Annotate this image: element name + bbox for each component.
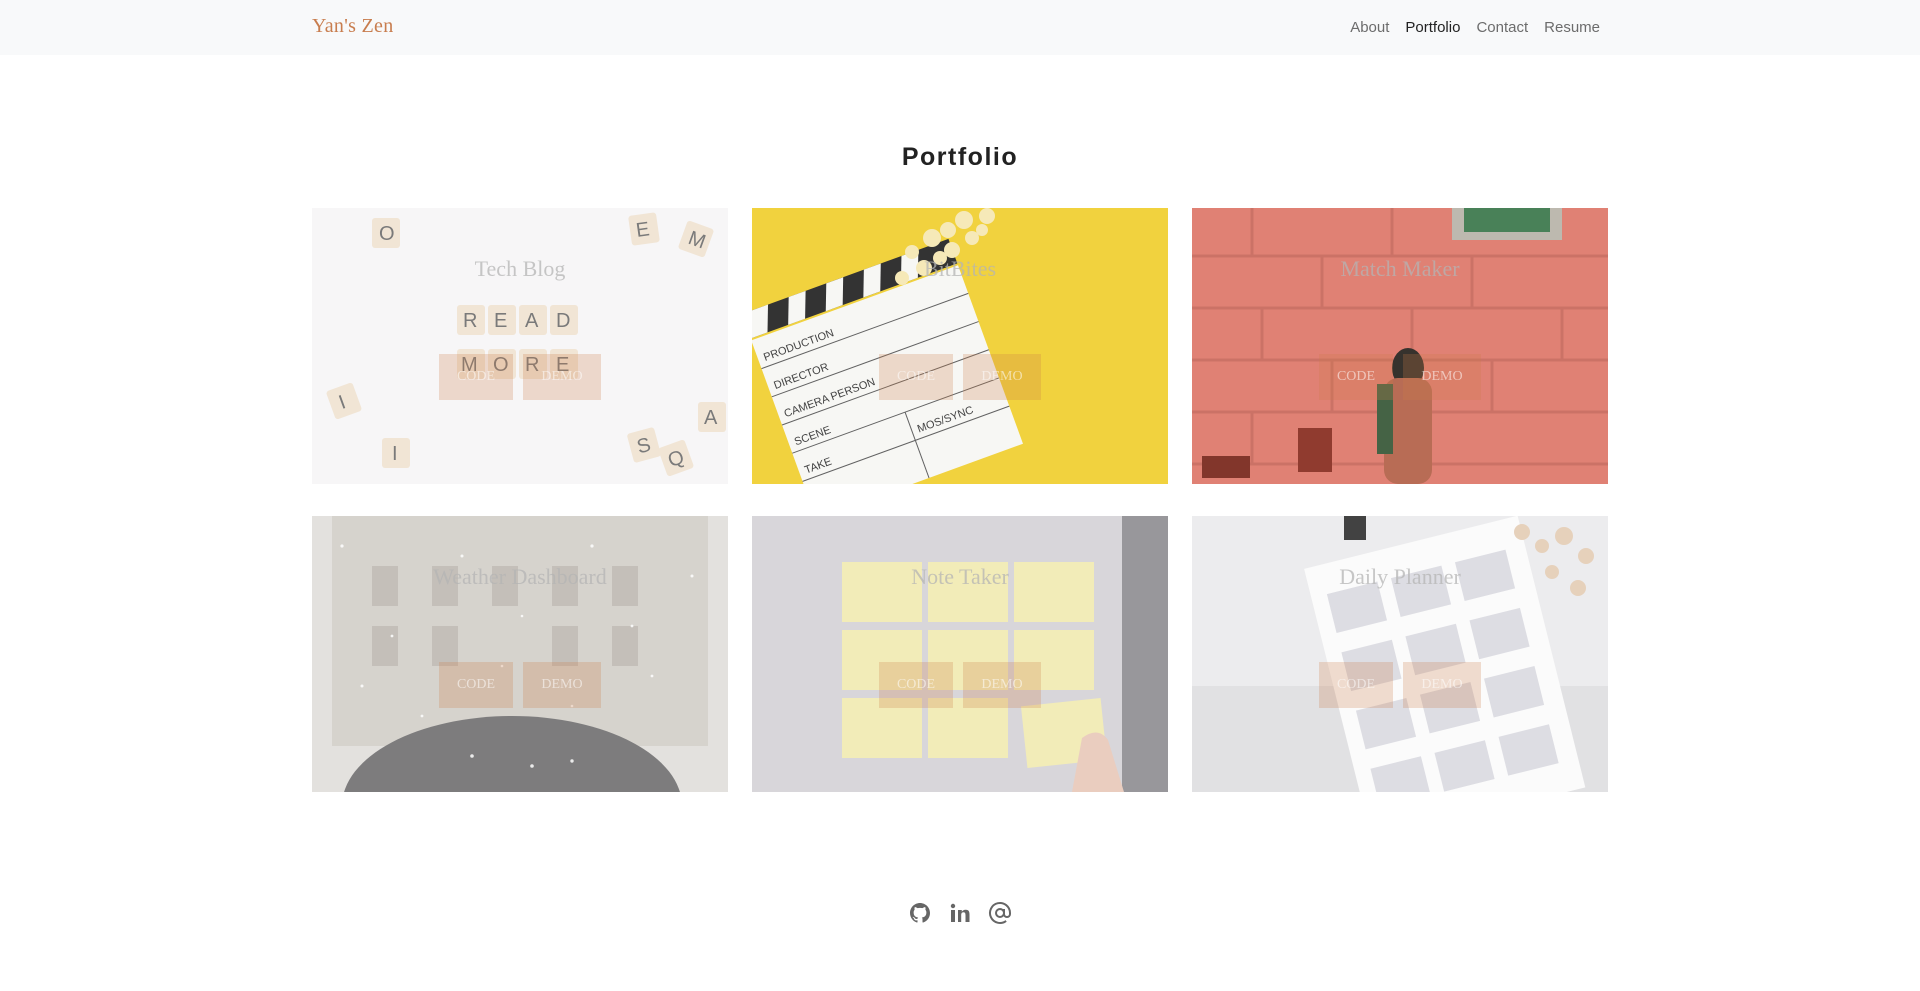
code-button[interactable]: CODE xyxy=(879,662,953,708)
code-button[interactable]: CODE xyxy=(879,354,953,400)
project-buttons: CODE DEMO xyxy=(752,662,1168,708)
demo-button[interactable]: DEMO xyxy=(1403,662,1481,708)
navbar: Yan's Zen About Portfolio Contact Resume xyxy=(0,0,1920,55)
project-buttons: CODE DEMO xyxy=(1192,354,1608,400)
code-button[interactable]: CODE xyxy=(1319,354,1393,400)
project-title: BitBites xyxy=(923,256,997,281)
nav-link-resume[interactable]: Resume xyxy=(1544,19,1600,36)
email-at-icon[interactable] xyxy=(988,901,1012,925)
code-button[interactable]: CODE xyxy=(439,354,513,400)
project-title: Note Taker xyxy=(911,564,1009,589)
nav-links: About Portfolio Contact Resume xyxy=(1350,19,1600,36)
project-buttons: CODE DEMO xyxy=(1192,662,1608,708)
nav-link-portfolio[interactable]: Portfolio xyxy=(1405,19,1460,36)
project-title: Match Maker xyxy=(1340,256,1460,281)
nav-link-about[interactable]: About xyxy=(1350,19,1389,36)
brand-logo[interactable]: Yan's Zen xyxy=(312,15,394,38)
demo-button[interactable]: DEMO xyxy=(963,354,1041,400)
linkedin-icon[interactable] xyxy=(948,901,972,925)
project-card-tech-blog: O E M R E A D M O R E I I S Q A xyxy=(312,208,728,484)
code-button[interactable]: CODE xyxy=(1319,662,1393,708)
project-title: Tech Blog xyxy=(474,256,566,281)
portfolio-grid: O E M R E A D M O R E I I S Q A xyxy=(312,208,1608,792)
project-card-weather-dashboard: Weather Dashboard CODE DEMO xyxy=(312,516,728,792)
code-button[interactable]: CODE xyxy=(439,662,513,708)
card-overlay: Weather Dashboard CODE DEMO xyxy=(312,516,728,792)
footer xyxy=(0,901,1920,925)
project-buttons: CODE DEMO xyxy=(752,354,1168,400)
page-title: Portfolio xyxy=(901,143,1019,171)
demo-button[interactable]: DEMO xyxy=(963,662,1041,708)
project-card-note-taker: Note Taker CODE DEMO xyxy=(752,516,1168,792)
nav-link-contact[interactable]: Contact xyxy=(1476,19,1528,36)
demo-button[interactable]: DEMO xyxy=(523,354,601,400)
card-overlay: Note Taker CODE DEMO xyxy=(752,516,1168,792)
card-overlay: Tech Blog CODE DEMO xyxy=(312,208,728,484)
card-overlay: Daily Planner CODE DEMO xyxy=(1192,516,1608,792)
demo-button[interactable]: DEMO xyxy=(1403,354,1481,400)
project-title: Daily Planner xyxy=(1339,564,1461,589)
project-title: Weather Dashboard xyxy=(433,564,607,589)
project-buttons: CODE DEMO xyxy=(312,662,728,708)
demo-button[interactable]: DEMO xyxy=(523,662,601,708)
project-buttons: CODE DEMO xyxy=(312,354,728,400)
card-overlay: BitBites CODE DEMO xyxy=(752,208,1168,484)
project-card-daily-planner: Daily Planner CODE DEMO xyxy=(1192,516,1608,792)
github-icon[interactable] xyxy=(908,901,932,925)
project-card-match-maker: Match Maker CODE DEMO xyxy=(1192,208,1608,484)
project-card-bitbites: PRODUCTION DIRECTOR CAMERA PERSON SCENE … xyxy=(752,208,1168,484)
card-overlay: Match Maker CODE DEMO xyxy=(1192,208,1608,484)
